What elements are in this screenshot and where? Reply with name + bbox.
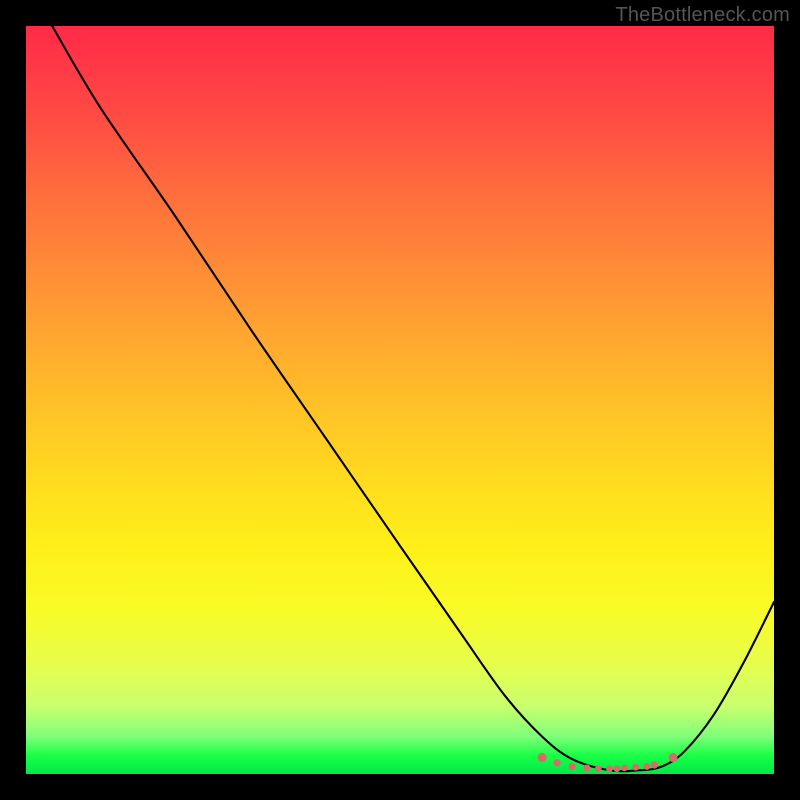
curve-marker: [643, 763, 650, 770]
curve-marker: [614, 765, 621, 772]
plot-area: [26, 26, 774, 774]
curve-markers: [538, 753, 678, 772]
curve-marker: [538, 753, 547, 762]
curve-layer: [26, 26, 774, 774]
curve-marker: [632, 764, 639, 771]
curve-marker: [606, 765, 613, 772]
watermark-text: TheBottleneck.com: [615, 4, 790, 27]
chart-frame: TheBottleneck.com: [0, 0, 800, 800]
curve-marker: [621, 765, 628, 772]
curve-marker: [669, 753, 678, 762]
curve-marker: [595, 765, 602, 772]
bottleneck-curve: [52, 26, 774, 771]
curve-marker: [651, 761, 658, 768]
curve-marker: [568, 763, 575, 770]
curve-marker: [583, 764, 590, 771]
curve-marker: [553, 759, 560, 766]
